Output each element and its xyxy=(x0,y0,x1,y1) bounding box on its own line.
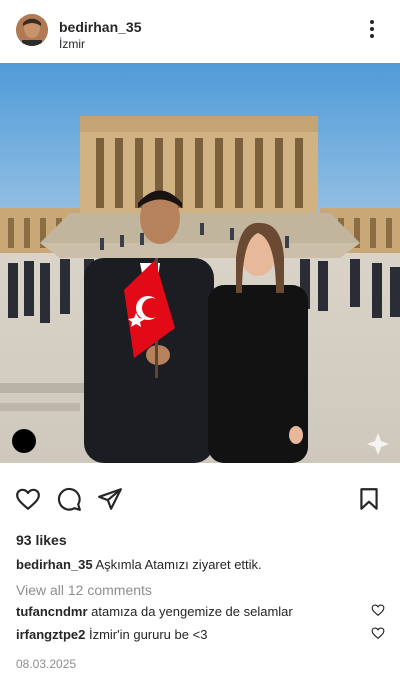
post-caption: bedirhan_35 Aşkımla Atamızı ziyaret etti… xyxy=(16,557,386,572)
paper-plane-icon[interactable] xyxy=(97,486,123,512)
post-image[interactable] xyxy=(0,63,400,463)
comment-text: atamıza da yengemize de selamlar xyxy=(91,604,293,619)
more-vertical-icon[interactable] xyxy=(362,18,382,42)
post-username[interactable]: bedirhan_35 xyxy=(59,19,141,35)
post-header: bedirhan_35 İzmir xyxy=(0,0,400,62)
likes-count[interactable]: 93 likes xyxy=(16,532,67,548)
caption-text: Aşkımla Atamızı ziyaret ettik. xyxy=(95,557,262,572)
post-date: 08.03.2025 xyxy=(16,657,77,671)
heart-icon[interactable] xyxy=(371,626,385,640)
comment-username[interactable]: tufancndmr xyxy=(16,604,88,619)
avatar[interactable] xyxy=(16,14,48,46)
comment-text: İzmir'in gururu be <3 xyxy=(88,627,208,642)
heart-icon[interactable] xyxy=(15,486,41,512)
post-actions xyxy=(0,486,400,514)
post-location[interactable]: İzmir xyxy=(59,37,85,51)
comment-item: irfangztpe2 İzmir'in gururu be <3 xyxy=(16,627,366,642)
view-all-comments-link[interactable]: View all 12 comments xyxy=(16,582,152,598)
caption-username[interactable]: bedirhan_35 xyxy=(16,557,93,572)
heart-icon[interactable] xyxy=(371,603,385,617)
bookmark-icon[interactable] xyxy=(356,486,382,512)
comment-bubble-icon[interactable] xyxy=(56,486,82,512)
comment-username[interactable]: irfangztpe2 xyxy=(16,627,85,642)
comment-item: tufancndmr atamıza da yengemize de selam… xyxy=(16,604,366,619)
